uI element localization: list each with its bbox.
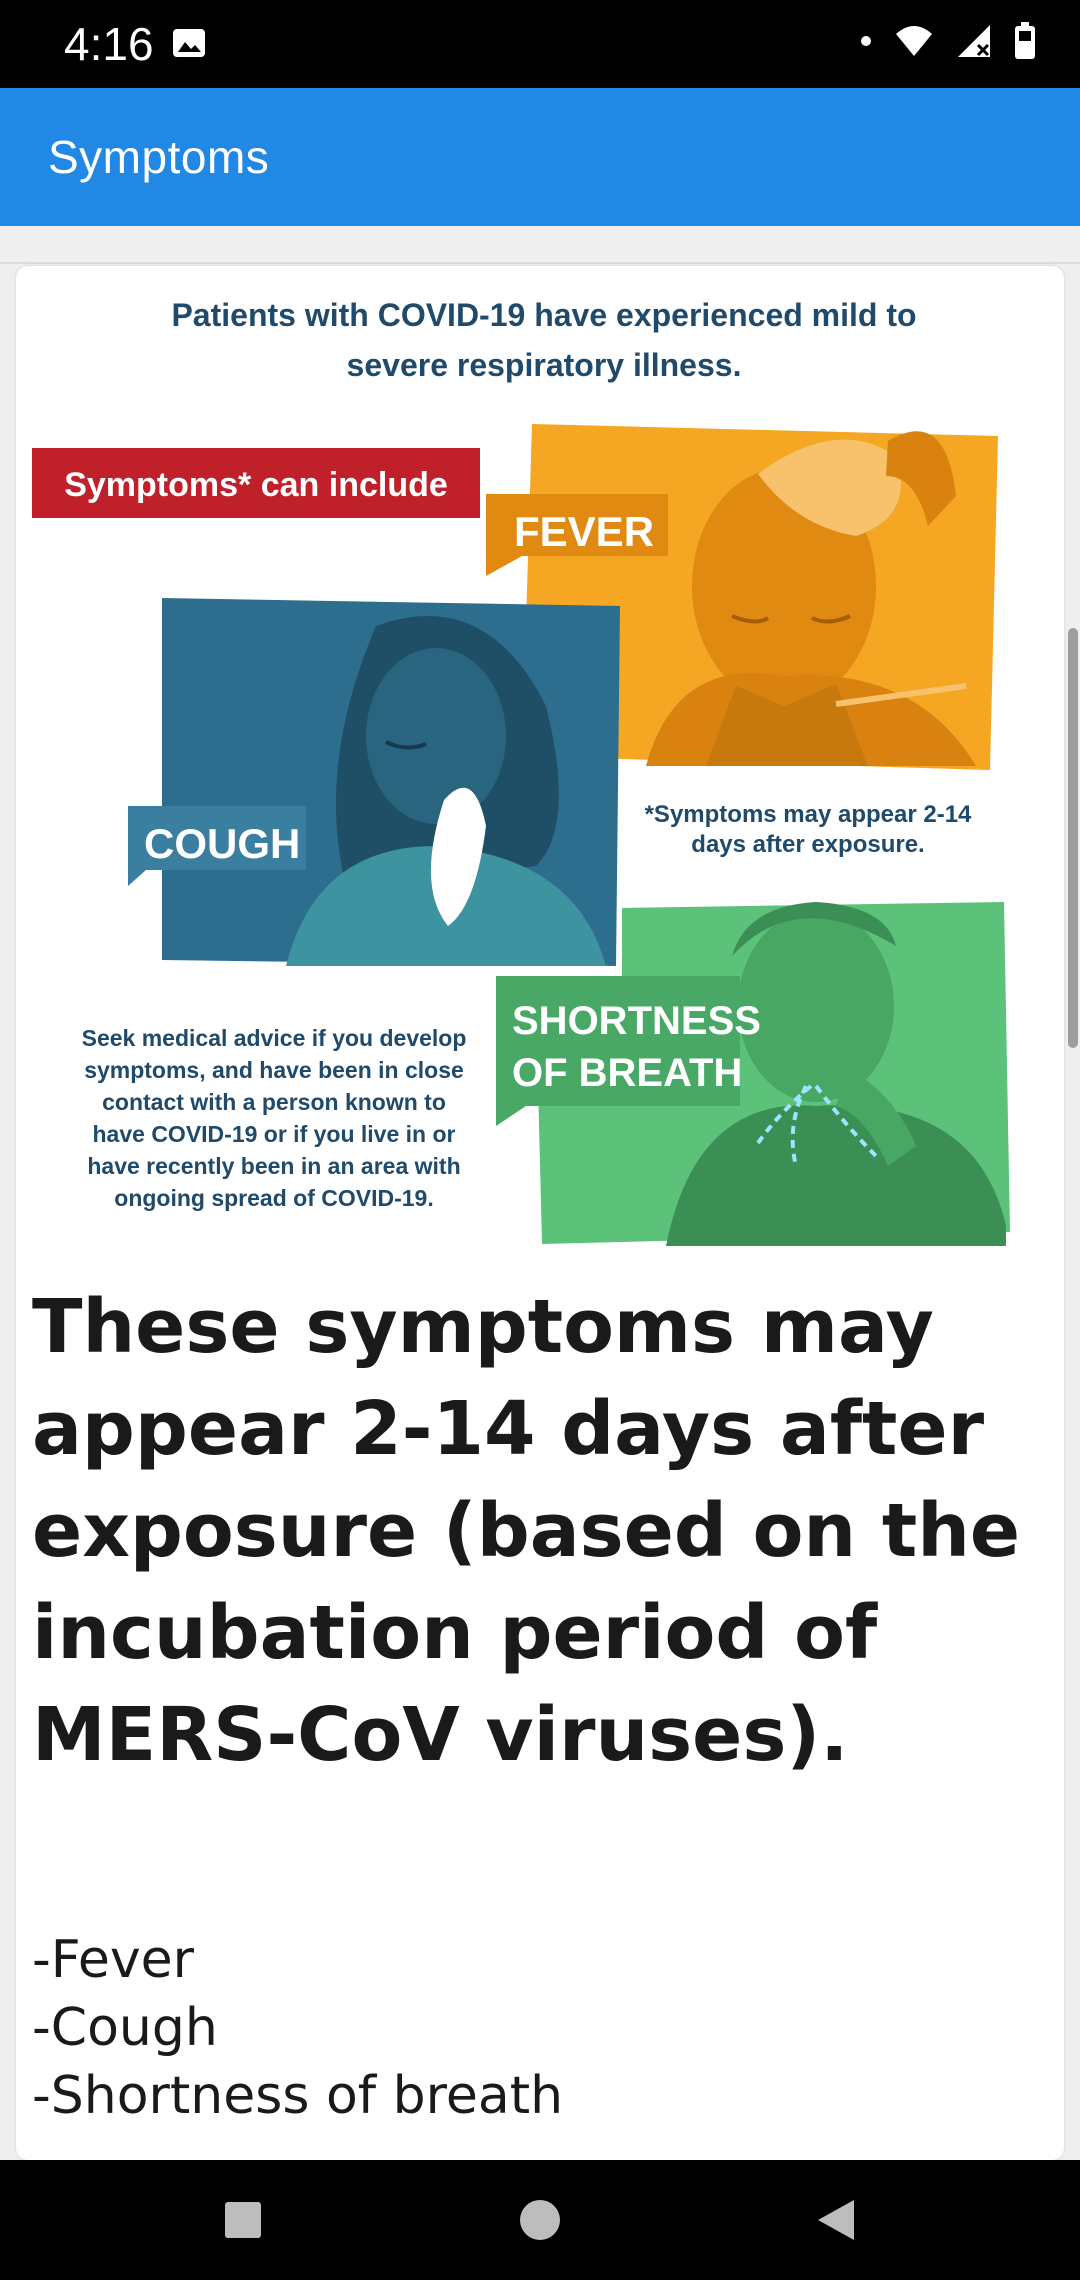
advice-line: ongoing spread of COVID-19. xyxy=(114,1185,433,1211)
advice-line: have recently been in an area with xyxy=(87,1153,460,1179)
cough-label: COUGH xyxy=(144,820,300,867)
cell-signal-icon xyxy=(958,25,990,57)
status-icons xyxy=(860,22,1036,60)
gallery-icon xyxy=(173,29,205,57)
battery-icon xyxy=(1015,22,1035,59)
infographic-heading-line2: severe respiratory illness. xyxy=(347,347,742,383)
headline-line: incubation period of xyxy=(32,1590,878,1676)
page-title: Symptoms xyxy=(48,131,270,183)
app-bar: Symptoms xyxy=(0,88,1080,226)
navigation-bar xyxy=(0,2160,1080,2280)
status-bar: 4:16 xyxy=(0,0,1080,88)
scrollbar-thumb[interactable] xyxy=(1068,628,1078,1048)
symptoms-banner: Symptoms* can include xyxy=(32,448,480,518)
symptom-item-fever: -Fever xyxy=(32,1930,194,1990)
symptom-item-cough: -Cough xyxy=(32,1998,218,2058)
advice-line: contact with a person known to xyxy=(102,1089,446,1115)
advice-line: Seek medical advice if you develop xyxy=(82,1025,467,1051)
recents-icon xyxy=(225,2202,261,2238)
content-card: Patients with COVID-19 have experienced … xyxy=(16,266,1064,2160)
advice-line: have COVID-19 or if you live in or xyxy=(93,1121,456,1147)
headline-line: exposure (based on the xyxy=(32,1488,1021,1574)
headline-line: These symptoms may xyxy=(32,1284,934,1370)
notification-dot-icon xyxy=(861,36,871,46)
advice-line: symptoms, and have been in close xyxy=(84,1057,464,1083)
back-button[interactable] xyxy=(776,2160,896,2280)
home-icon xyxy=(520,2200,560,2240)
breath-label-line2: OF BREATH xyxy=(512,1051,742,1095)
headline-line: MERS-CoV viruses). xyxy=(32,1692,849,1778)
cough-panel: COUGH xyxy=(128,598,620,966)
back-icon xyxy=(818,2200,854,2240)
infographic-heading-line1: Patients with COVID-19 have experienced … xyxy=(171,297,916,333)
covid-symptoms-infographic: Patients with COVID-19 have experienced … xyxy=(32,297,1010,1246)
symptom-item-shortness-of-breath: -Shortness of breath xyxy=(32,2066,564,2126)
status-time: 4:16 xyxy=(64,18,154,70)
footnote-line2: days after exposure. xyxy=(691,831,924,858)
advice-text: Seek medical advice if you develop sympt… xyxy=(82,1025,467,1211)
fever-label: FEVER xyxy=(514,508,654,555)
footnote-line1: *Symptoms may appear 2-14 xyxy=(645,801,972,828)
incubation-headline: These symptoms may appear 2-14 days after… xyxy=(32,1276,1042,1786)
symptom-list: -Fever -Cough -Shortness of breath xyxy=(32,1926,1032,2130)
wifi-icon xyxy=(896,26,932,56)
divider xyxy=(0,262,1080,264)
breath-label-line1: SHORTNESS xyxy=(512,999,761,1043)
headline-line: appear 2-14 days after xyxy=(32,1386,985,1472)
recents-button[interactable] xyxy=(183,2160,303,2280)
symptoms-banner-label: Symptoms* can include xyxy=(64,466,448,504)
home-button[interactable] xyxy=(480,2160,600,2280)
